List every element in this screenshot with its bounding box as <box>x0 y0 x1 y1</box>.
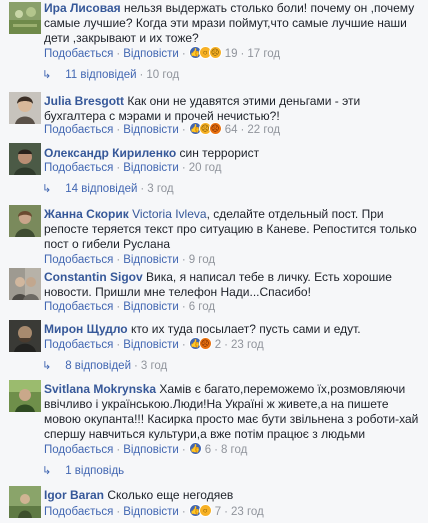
comment-actions: Подобається · Відповісти · 6 год <box>44 301 216 313</box>
comment-text: Igor Baran Сколько еще негодяев <box>44 488 420 503</box>
reply-button[interactable]: Відповісти <box>123 506 179 518</box>
angry-icon: ☹ <box>208 122 222 136</box>
avatar[interactable] <box>9 320 41 352</box>
replies-time: 10 год <box>146 69 180 82</box>
like-button[interactable]: Подобається <box>44 444 113 456</box>
replies-link[interactable]: 8 відповідей <box>65 360 131 372</box>
reaction-count[interactable]: 2 <box>215 339 221 351</box>
comment-time[interactable]: 9 год <box>189 254 215 266</box>
comment-author[interactable]: Олександр Кириленко <box>44 146 176 160</box>
comment-time[interactable]: 17 год <box>247 48 280 60</box>
comment-actions: Подобається · Відповісти · 20 год <box>44 162 222 174</box>
comment-actions: Подобається · Відповісти · 👍 ○ 7 · 23 год <box>44 504 264 520</box>
comment-author[interactable]: Julia Bresgott <box>44 94 124 108</box>
comment-author[interactable]: Ира Лисовая <box>44 1 121 15</box>
wow-icon: ○ <box>198 504 212 518</box>
avatar[interactable] <box>9 380 41 412</box>
like-button[interactable]: Подобається <box>44 124 113 136</box>
avatar[interactable] <box>9 92 41 124</box>
like-button[interactable]: Подобається <box>44 339 113 351</box>
comment-text: Constantin Sigov Вика, я написал тебе в … <box>44 270 420 300</box>
reply-arrow-icon: ↳ <box>42 183 52 195</box>
reaction-count[interactable]: 6 <box>205 444 211 456</box>
angry-icon: ☹ <box>198 337 212 351</box>
view-replies[interactable]: ↳ 14 відповідей · 3 год <box>42 181 174 197</box>
reactions[interactable]: 👍 ○ <box>188 503 212 519</box>
mention-link[interactable]: Victoria Ivleva <box>132 207 206 221</box>
view-replies[interactable]: ↳ 8 відповідей · 3 год <box>42 358 167 374</box>
comment-time[interactable]: 6 год <box>189 301 215 313</box>
comment-body: Сколько еще негодяев <box>107 488 234 502</box>
comment-time[interactable]: 22 год <box>247 124 280 136</box>
comment-actions: Подобається · Відповісти · 👍 ○ ☹ 19 · 17 год <box>44 46 280 62</box>
avatar[interactable] <box>9 143 41 175</box>
comment-body: син террорист <box>179 146 260 160</box>
reply-button[interactable]: Відповісти <box>123 162 179 174</box>
reaction-count[interactable]: 19 <box>225 48 238 60</box>
comment-text: Мирон Щудло кто их туда посылает? пусть … <box>44 322 420 337</box>
reactions[interactable]: 👍 ○ ☹ <box>188 45 222 61</box>
view-replies[interactable]: ↳ 1 відповідь <box>42 463 124 479</box>
comment-text: Олександр Кириленко син террорист <box>44 146 420 161</box>
reactions[interactable]: 👍☹ <box>188 336 212 352</box>
replies-time: 3 год <box>147 183 174 196</box>
comment-author[interactable]: Svitlana Mokrynska <box>44 382 156 396</box>
reply-arrow-icon: ↳ <box>42 69 52 81</box>
replies-link[interactable]: 1 відповідь <box>65 465 124 477</box>
comment-author[interactable]: Мирон Щудло <box>44 322 128 336</box>
comment-time[interactable]: 8 год <box>221 444 247 456</box>
comment-time[interactable]: 20 год <box>189 162 222 174</box>
replies-link[interactable]: 11 відповідей <box>65 69 136 81</box>
comment-actions: Подобається · Відповісти · 👍☹ ☹ 64 · 22 год <box>44 122 280 138</box>
comment-text: Svitlana Mokrynska Хамів є багато,перемо… <box>44 382 420 442</box>
comment-author[interactable]: Жанна Скорик <box>44 207 129 221</box>
comment-actions: Подобається · Відповісти · 9 год <box>44 254 216 266</box>
reaction-count[interactable]: 7 <box>215 506 221 518</box>
comment-time[interactable]: 23 год <box>231 339 264 351</box>
reply-button[interactable]: Відповісти <box>123 339 179 351</box>
reaction-count[interactable]: 64 <box>225 124 238 136</box>
like-button[interactable]: Подобається <box>44 506 113 518</box>
reply-button[interactable]: Відповісти <box>123 124 179 136</box>
like-button[interactable]: Подобається <box>44 48 113 60</box>
comments-feed: Ира Лисовая нельзя выдержать столько бол… <box>0 0 428 523</box>
view-replies[interactable]: ↳ 11 відповідей · 10 год <box>42 67 179 83</box>
reply-button[interactable]: Відповісти <box>123 254 179 266</box>
replies-time: 3 год <box>140 360 168 373</box>
reply-button[interactable]: Відповісти <box>123 444 179 456</box>
avatar[interactable] <box>9 486 41 518</box>
like-button[interactable]: Подобається <box>44 301 113 313</box>
like-icon: 👍 <box>188 442 202 456</box>
comment-author[interactable]: Igor Baran <box>44 488 104 502</box>
comment-author[interactable]: Constantin Sigov <box>44 270 143 284</box>
comment-body: кто их туда посылает? пусть сами и едут. <box>130 322 361 336</box>
like-button[interactable]: Подобається <box>44 162 113 174</box>
avatar[interactable] <box>9 268 41 300</box>
comment-text: Julia Bresgott Как они не удавятся этими… <box>44 94 420 124</box>
reactions[interactable]: 👍 <box>188 441 202 457</box>
comment-text: Ира Лисовая нельзя выдержать столько бол… <box>44 1 420 46</box>
comment-text: Жанна Скорик Victoria Ivleva, сделайте о… <box>44 207 420 252</box>
comment-actions: Подобається · Відповісти · 👍 6 · 8 год <box>44 442 247 458</box>
avatar[interactable] <box>9 2 41 34</box>
comment-actions: Подобається · Відповісти · 👍☹ 2 · 23 год <box>44 337 264 353</box>
replies-link[interactable]: 14 відповідей <box>65 183 137 195</box>
avatar[interactable] <box>9 205 41 237</box>
reply-arrow-icon: ↳ <box>42 360 52 372</box>
sad-icon: ☹ <box>208 46 222 60</box>
reactions[interactable]: 👍☹ ☹ <box>188 121 222 137</box>
comment-time[interactable]: 23 год <box>231 506 264 518</box>
reply-button[interactable]: Відповісти <box>123 301 179 313</box>
reply-button[interactable]: Відповісти <box>123 48 179 60</box>
like-button[interactable]: Подобається <box>44 254 113 266</box>
reply-arrow-icon: ↳ <box>42 465 52 477</box>
